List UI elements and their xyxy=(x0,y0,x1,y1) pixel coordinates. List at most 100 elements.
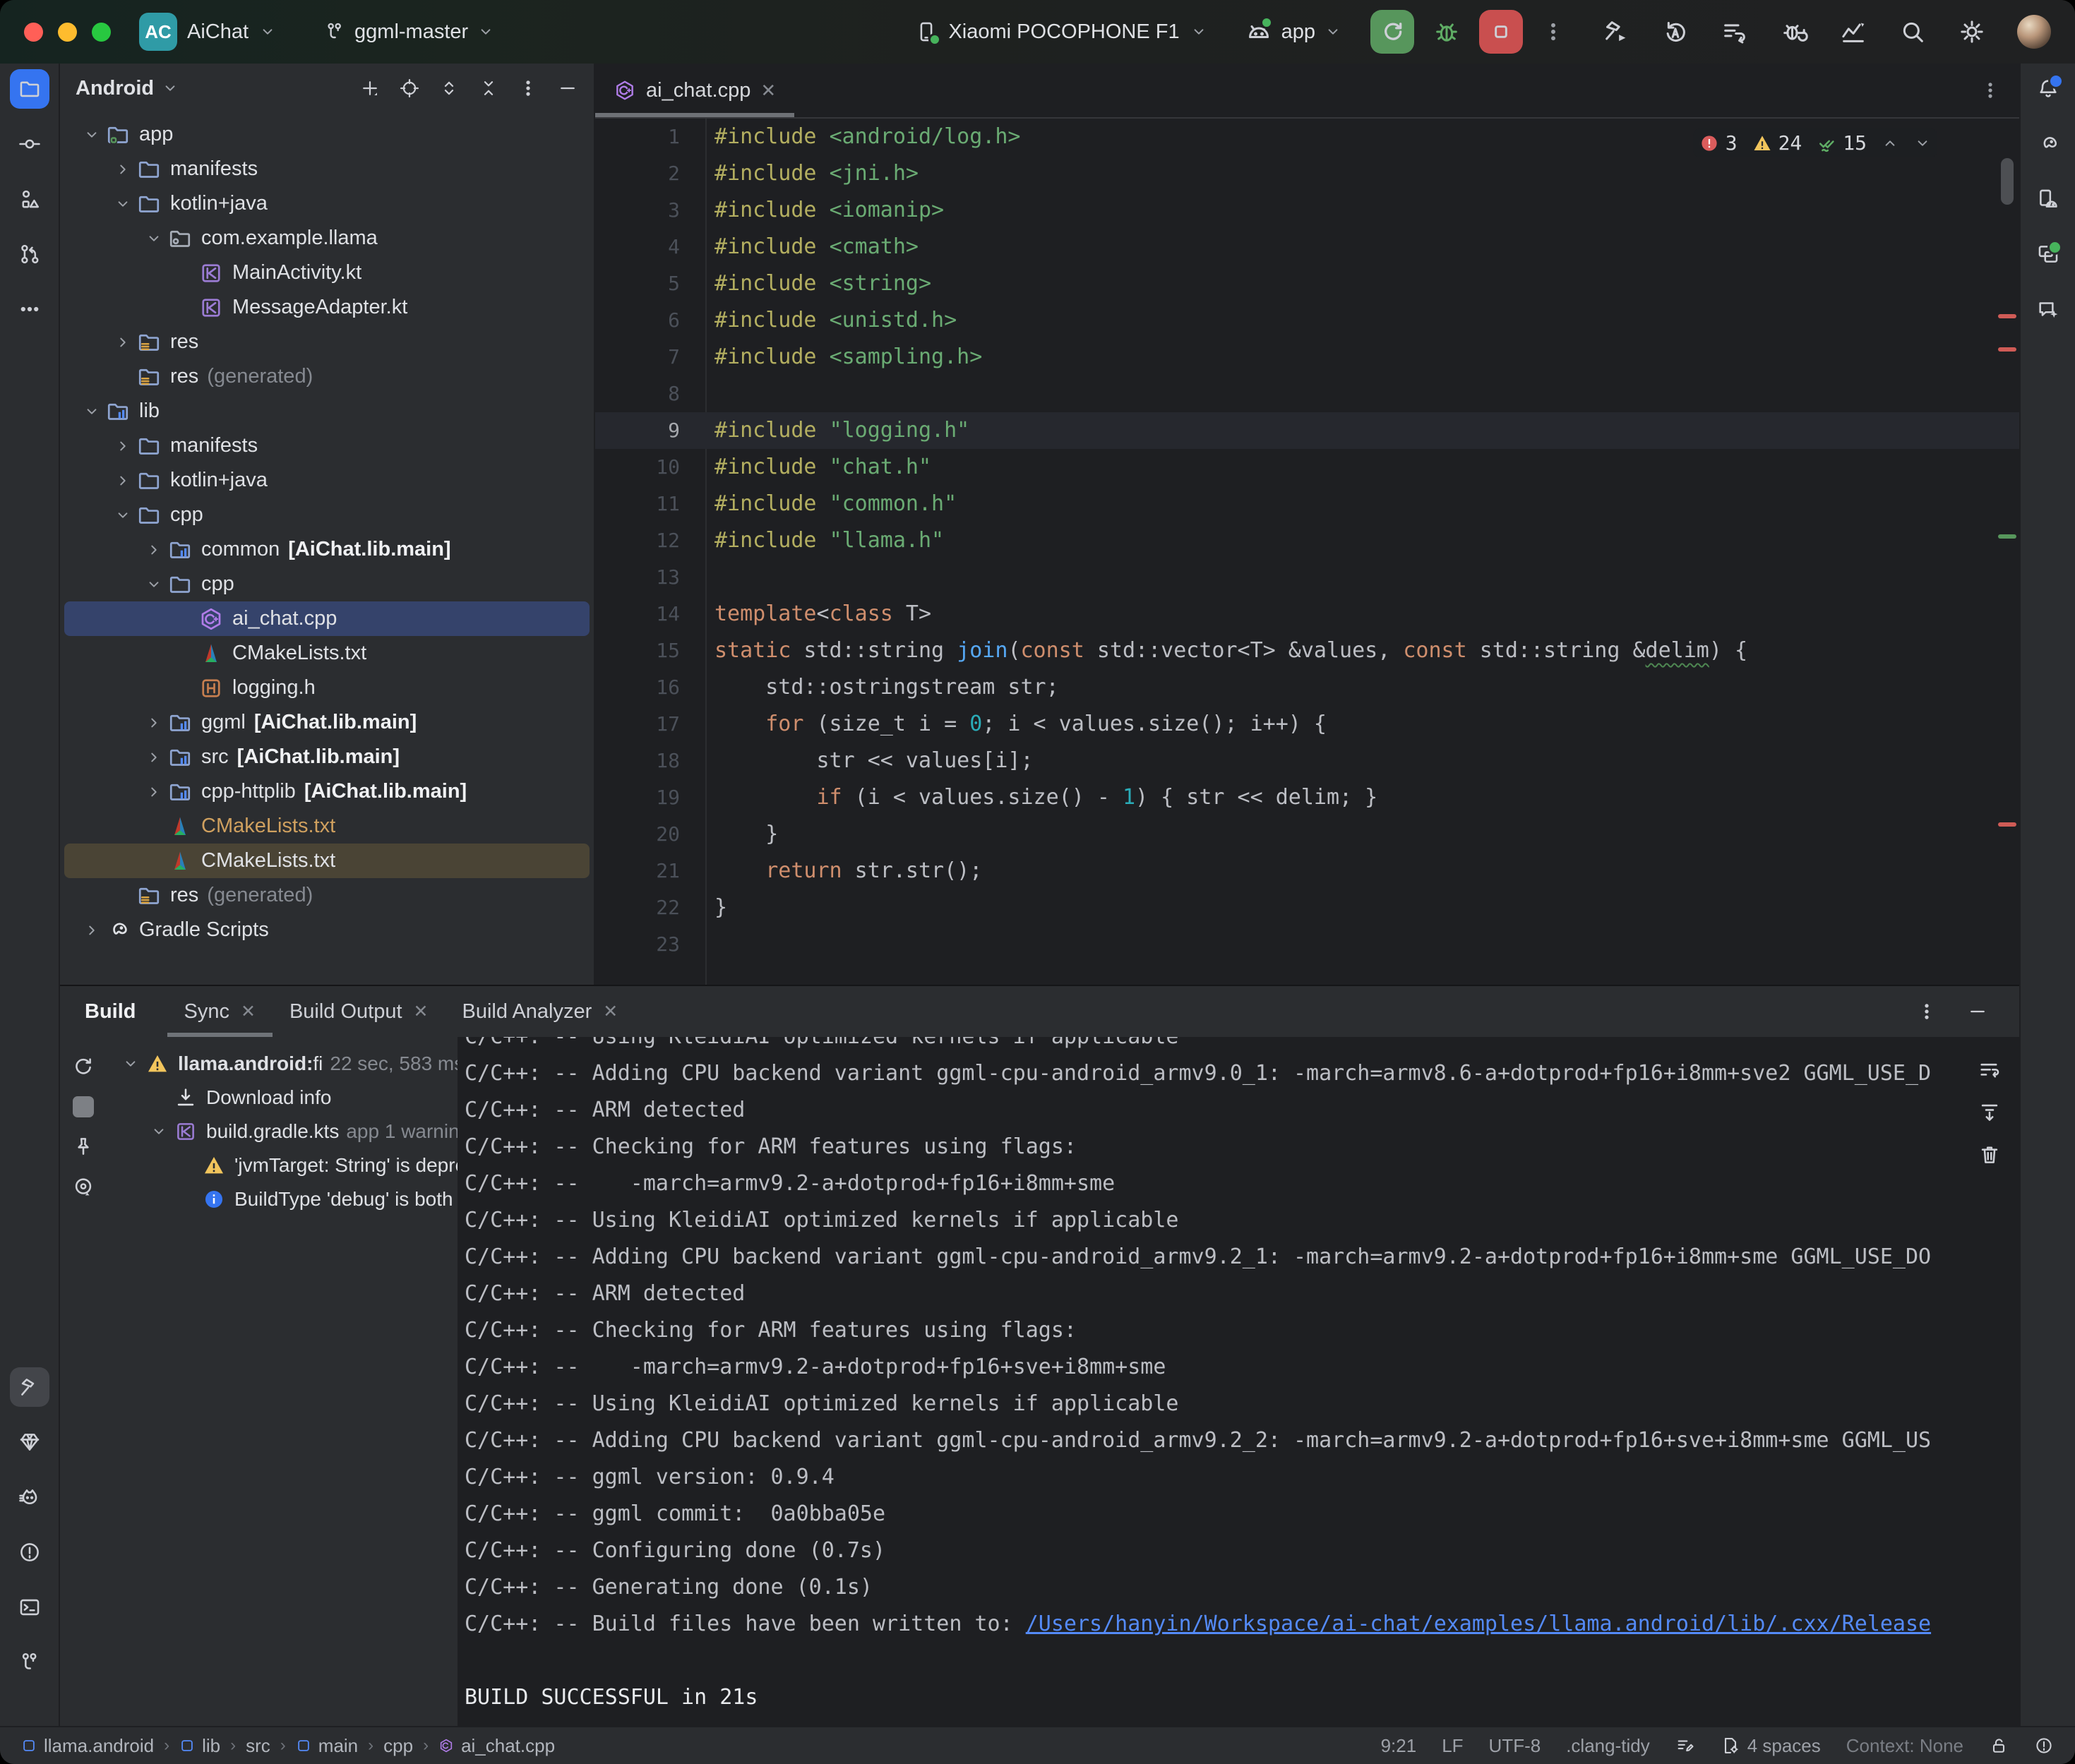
add-icon[interactable] xyxy=(359,78,381,99)
chevron-down-icon[interactable] xyxy=(161,79,179,97)
pin-icon[interactable] xyxy=(71,1134,95,1158)
build-tree-item[interactable]: build.gradle.ktsapp 1 warning xyxy=(106,1115,458,1148)
ok-stripe-mark[interactable] xyxy=(1998,534,2016,539)
user-avatar[interactable] xyxy=(2017,15,2051,49)
build-output-path-link[interactable]: /Users/hanyin/Workspace/ai-chat/examples… xyxy=(1026,1612,1931,1636)
rerun-button[interactable] xyxy=(1370,10,1414,54)
minimize-window-button[interactable] xyxy=(58,23,77,42)
indent-widget[interactable]: 4 spaces xyxy=(1721,1735,1821,1757)
device-selector[interactable]: Xiaomi POCOPHONE F1 xyxy=(914,20,1207,44)
expand-all-icon[interactable] xyxy=(438,78,460,99)
inspections-status-icon[interactable] xyxy=(2034,1736,2054,1756)
tree-item-messageadapter-kt[interactable]: MessageAdapter.kt xyxy=(64,290,590,325)
code-area[interactable]: 1#include <android/log.h>2#include <jni.… xyxy=(595,119,2019,985)
breadcrumb-lib[interactable]: lib xyxy=(179,1735,220,1757)
code-line-18[interactable]: 18 str << values[i]; xyxy=(595,743,2019,779)
settings-gear-icon[interactable] xyxy=(1958,18,1986,46)
panel-options-icon[interactable] xyxy=(518,78,539,99)
code-line-3[interactable]: 3#include <iomanip> xyxy=(595,192,2019,229)
attach-debugger-icon[interactable] xyxy=(1780,18,1808,46)
hide-panel-icon[interactable] xyxy=(557,78,578,99)
code-line-19[interactable]: 19 if (i < values.size() - 1) { str << d… xyxy=(595,779,2019,816)
stop-sync-icon[interactable] xyxy=(73,1096,94,1117)
minimize-build-panel-icon[interactable] xyxy=(1967,1001,1988,1022)
code-line-12[interactable]: 12#include "llama.h" xyxy=(595,522,2019,559)
code-line-13[interactable]: 13 xyxy=(595,559,2019,596)
code-line-16[interactable]: 16 std::ostringstream str; xyxy=(595,669,2019,706)
tree-item-cpp[interactable]: cpp xyxy=(64,567,590,601)
error-stripe-mark[interactable] xyxy=(1998,822,2016,827)
encoding[interactable]: UTF-8 xyxy=(1489,1735,1541,1757)
tree-item-com-example-llama[interactable]: com.example.llama xyxy=(64,221,590,256)
tree-item-manifests[interactable]: manifests xyxy=(64,428,590,463)
clear-console-icon[interactable] xyxy=(1978,1143,2002,1167)
tree-item-gradle-scripts[interactable]: Gradle Scripts xyxy=(64,913,590,947)
tree-item-cmakelists-txt[interactable]: CMakeLists.txt xyxy=(64,636,590,671)
code-line-10[interactable]: 10#include "chat.h" xyxy=(595,449,2019,486)
project-widget[interactable]: AC AiChat xyxy=(139,13,277,51)
tree-item-common[interactable]: common[AiChat.lib.main] xyxy=(64,532,590,567)
vcs-branch-widget[interactable]: ggml-master xyxy=(323,20,495,44)
locate-file-icon[interactable] xyxy=(399,78,420,99)
gradle-tool-button[interactable] xyxy=(2028,124,2068,164)
code-line-2[interactable]: 2#include <jni.h> xyxy=(595,155,2019,192)
build-tab-sync[interactable]: Sync✕ xyxy=(167,986,273,1037)
close-tab-icon[interactable]: ✕ xyxy=(760,80,776,102)
terminal-tool-button[interactable] xyxy=(10,1588,49,1627)
apply-changes-restart-icon[interactable] xyxy=(1661,18,1690,46)
breadcrumb-src[interactable]: src xyxy=(246,1735,270,1757)
build-project-icon[interactable] xyxy=(1602,18,1630,46)
editor-scrollbar-thumb[interactable] xyxy=(2001,158,2014,205)
apply-code-changes-icon[interactable] xyxy=(1721,18,1749,46)
tree-item-cpp[interactable]: cpp xyxy=(64,498,590,532)
breadcrumb-main[interactable]: main xyxy=(296,1735,358,1757)
zoom-window-button[interactable] xyxy=(92,23,111,42)
more-run-options-icon[interactable] xyxy=(1541,20,1565,44)
inspections-widget[interactable]: 3 24 15 xyxy=(1693,128,1937,157)
breadcrumb-llama-android[interactable]: llama.android xyxy=(21,1735,154,1757)
build-tree-item[interactable]: 'jvmTarget: String' is deprec xyxy=(106,1148,458,1182)
code-line-17[interactable]: 17 for (size_t i = 0; i < values.size();… xyxy=(595,706,2019,743)
tree-item-ggml[interactable]: ggml[AiChat.lib.main] xyxy=(64,705,590,740)
logcat-tool-button[interactable] xyxy=(10,1477,49,1517)
prev-problem-icon[interactable] xyxy=(1881,134,1899,152)
tree-item-kotlin-java[interactable]: kotlin+java xyxy=(64,186,590,221)
code-line-14[interactable]: 14template<class T> xyxy=(595,596,2019,632)
commit-tool-button[interactable] xyxy=(10,124,49,164)
build-tree-item[interactable]: BuildType 'debug' is both de xyxy=(106,1182,458,1216)
console-line-link[interactable]: C/C++: -- Build files have been written … xyxy=(465,1606,1960,1643)
tree-item-cmakelists-txt[interactable]: CMakeLists.txt xyxy=(64,809,590,844)
tree-item-res[interactable]: res(generated) xyxy=(64,878,590,913)
stop-button[interactable] xyxy=(1479,10,1523,54)
code-line-15[interactable]: 15static std::string join(const std::vec… xyxy=(595,632,2019,669)
code-line-20[interactable]: 20 } xyxy=(595,816,2019,853)
tree-item-cpp-httplib[interactable]: cpp-httplib[AiChat.lib.main] xyxy=(64,774,590,809)
close-tab-icon[interactable]: ✕ xyxy=(241,1001,256,1022)
profiler-icon[interactable] xyxy=(1839,18,1867,46)
tree-item-kotlin-java[interactable]: kotlin+java xyxy=(64,463,590,498)
gemini-chat-button[interactable] xyxy=(2028,289,2068,329)
build-console[interactable]: C/C++: -- Using KleidiAI optimized kerne… xyxy=(458,1037,1960,1726)
code-line-4[interactable]: 4#include <cmath> xyxy=(595,229,2019,265)
context-widget[interactable]: Context: None xyxy=(1846,1735,1963,1757)
tree-item-ai-chat-cpp[interactable]: ai_chat.cpp xyxy=(64,601,590,636)
build-tree-item[interactable]: Download info xyxy=(106,1081,458,1115)
code-line-7[interactable]: 7#include <sampling.h> xyxy=(595,339,2019,376)
pull-requests-tool-button[interactable] xyxy=(10,234,49,274)
project-tool-button[interactable] xyxy=(10,69,49,109)
build-tab-build-output[interactable]: Build Output✕ xyxy=(273,986,446,1037)
collapse-all-icon[interactable] xyxy=(478,78,499,99)
code-line-23[interactable]: 23 xyxy=(595,926,2019,963)
more-tools-button[interactable] xyxy=(10,289,49,329)
build-tool-button[interactable] xyxy=(10,1367,49,1407)
unlock-icon[interactable] xyxy=(1989,1736,2009,1756)
code-line-5[interactable]: 5#include <string> xyxy=(595,265,2019,302)
notifications-button[interactable] xyxy=(2028,69,2068,109)
build-panel-options-icon[interactable] xyxy=(1916,1001,1937,1022)
code-line-11[interactable]: 11#include "common.h" xyxy=(595,486,2019,522)
code-line-8[interactable]: 8 xyxy=(595,376,2019,412)
tree-item-manifests[interactable]: manifests xyxy=(64,152,590,186)
code-line-21[interactable]: 21 return str.str(); xyxy=(595,853,2019,889)
next-problem-icon[interactable] xyxy=(1913,134,1932,152)
scroll-to-end-icon[interactable] xyxy=(1978,1100,2002,1124)
